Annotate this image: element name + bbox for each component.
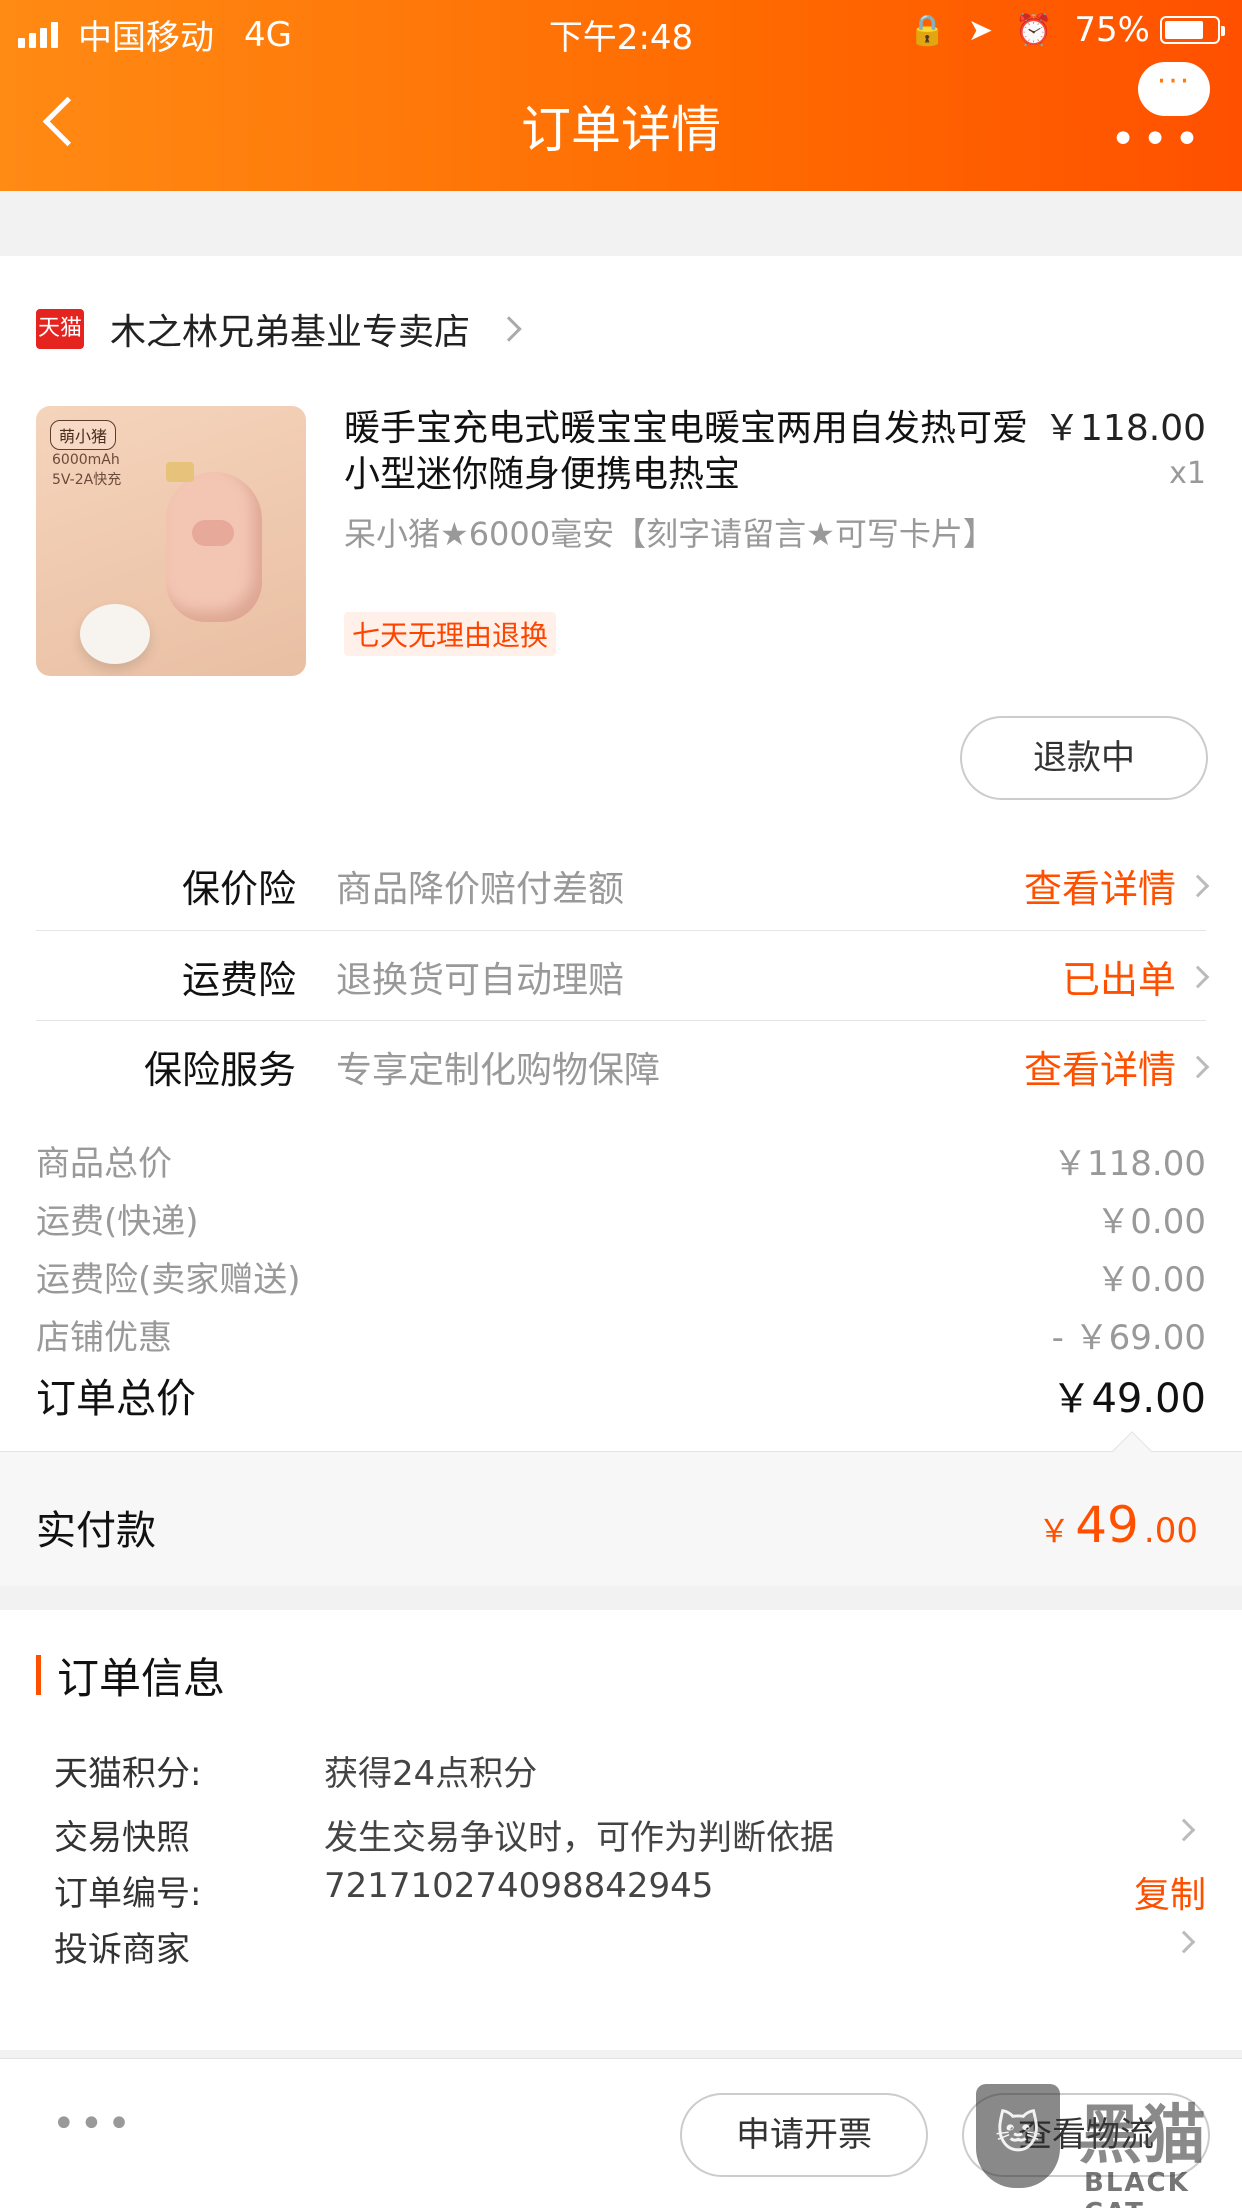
info-row-snapshot[interactable]: 交易快照 发生交易争议时，可作为判断依据: [54, 1810, 1206, 1870]
paid-integer: 49: [1075, 1496, 1139, 1554]
order-card: 天猫 木之林兄弟基业专卖店 萌小猪 6000mAh 5V-2A快充 暖手宝充电式…: [0, 256, 1242, 1451]
info-row-complain[interactable]: 投诉商家: [54, 1922, 1206, 1982]
chevron-right-icon: [496, 316, 522, 342]
summary-row: 运费险(卖家赠送) ￥0.00: [36, 1252, 1206, 1302]
insurance-label: 保价险: [181, 867, 296, 911]
summary-label: 运费(快递): [36, 1202, 199, 1242]
store-name: 木之林兄弟基业专卖店: [110, 312, 471, 353]
thumb-charge: 5V-2A快充: [52, 472, 122, 488]
message-bubble-icon: ···: [1138, 62, 1210, 116]
order-total-row: 订单总价 ￥49.00: [36, 1366, 1206, 1424]
insurance-label: 运费险: [181, 958, 296, 1002]
pompom-icon: [80, 604, 150, 664]
product-thumbnail[interactable]: 萌小猪 6000mAh 5V-2A快充: [36, 406, 306, 676]
nav-bar: 订单详情 ··· •••: [0, 62, 1242, 191]
orientation-lock-icon: 🔒: [908, 12, 946, 48]
paid-label: 实付款: [36, 1508, 156, 1554]
summary-value: ￥0.00: [1096, 1260, 1206, 1300]
info-key: 交易快照: [54, 1818, 190, 1858]
info-key: 天猫积分:: [54, 1754, 202, 1794]
store-link[interactable]: 天猫 木之林兄弟基业专卖店: [36, 294, 522, 364]
more-actions-button[interactable]: •••: [52, 2101, 135, 2147]
alarm-clock-icon: ⏰: [1015, 12, 1053, 48]
battery-icon: [1160, 16, 1225, 44]
info-row-points: 天猫积分: 获得24点积分: [54, 1746, 1206, 1806]
location-arrow-icon: ➤: [967, 12, 994, 48]
insurance-action-label: 查看详情: [1023, 867, 1176, 911]
summary-label: 运费险(卖家赠送): [36, 1260, 301, 1300]
product-quantity: x1: [1169, 456, 1206, 491]
header: 中国移动 4G 下午2:48 🔒 ➤ ⏰ 75% 订单详情 ··· •••: [0, 0, 1242, 191]
insurance-action[interactable]: 已出单: [1061, 949, 1210, 1004]
insurance-action[interactable]: 查看详情: [1023, 858, 1210, 913]
chevron-right-icon: [1186, 874, 1210, 897]
more-dots-icon: •••: [1110, 114, 1206, 165]
insurance-desc: 专享定制化购物保障: [336, 1050, 661, 1091]
info-key: 投诉商家: [54, 1930, 190, 1970]
paid-decimal: .00: [1143, 1511, 1198, 1551]
info-row-order-number: 订单编号: 721710274098842945 复制: [54, 1866, 1206, 1926]
summary-value: - ￥69.00: [1051, 1318, 1206, 1358]
product-sku: 呆小猪★6000毫安【刻字请留言★可写卡片】: [344, 515, 995, 553]
paid-currency: ￥: [1038, 1512, 1071, 1550]
page-title: 订单详情: [521, 101, 721, 159]
pig-figure-icon: [166, 462, 262, 622]
insurance-label: 保险服务: [143, 1048, 296, 1092]
summary-row: 店铺优惠 - ￥69.00: [36, 1310, 1206, 1360]
copy-button[interactable]: 复制: [1134, 1866, 1206, 1918]
chevron-right-icon: [1186, 1055, 1210, 1078]
insurance-desc: 商品降价赔付差额: [336, 869, 625, 910]
chevron-right-icon: [1172, 1818, 1196, 1842]
summary-row: 商品总价 ￥118.00: [36, 1136, 1206, 1186]
order-info-title: 订单信息: [57, 1653, 226, 1703]
section-accent-bar: [36, 1655, 41, 1695]
order-total-label: 订单总价: [36, 1376, 196, 1422]
summary-value: ￥0.00: [1096, 1202, 1206, 1242]
tmall-logo-icon: 天猫: [36, 309, 84, 349]
product-price: ￥118.00: [1044, 408, 1206, 449]
insurance-action-label: 已出单: [1061, 958, 1176, 1002]
summary-label: 店铺优惠: [36, 1318, 172, 1358]
thumb-capacity: 6000mAh: [52, 452, 120, 468]
insurance-action[interactable]: 查看详情: [1023, 1039, 1210, 1094]
request-invoice-button[interactable]: 申请开票: [680, 2093, 928, 2177]
summary-label: 商品总价: [36, 1144, 172, 1184]
refund-status-button[interactable]: 退款中: [960, 716, 1208, 800]
order-info-card: 订单信息 天猫积分: 获得24点积分 交易快照 发生交易争议时，可作为判断依据 …: [0, 1610, 1242, 2050]
paid-amount-bar: 实付款 ￥ 49 .00: [0, 1431, 1242, 1586]
thumb-spec: 6000mAh 5V-2A快充: [52, 450, 121, 490]
insurance-row-service[interactable]: 保险服务 专享定制化购物保障 查看详情: [36, 1020, 1210, 1110]
view-logistics-button[interactable]: 查看物流: [962, 2093, 1210, 2177]
more-menu-button[interactable]: ··· •••: [1100, 62, 1220, 182]
insurance-desc: 退换货可自动理赔: [336, 960, 625, 1001]
thumb-badge: 萌小猪: [50, 420, 117, 450]
summary-value: ￥118.00: [1053, 1144, 1206, 1184]
status-bar: 中国移动 4G 下午2:48 🔒 ➤ ⏰ 75%: [0, 0, 1242, 62]
order-info-header: 订单信息: [36, 1650, 225, 1703]
insurance-action-label: 查看详情: [1023, 1048, 1176, 1092]
summary-row: 运费(快递) ￥0.00: [36, 1194, 1206, 1244]
bottom-action-bar: ••• 申请开票 查看物流: [0, 2058, 1242, 2208]
product-title: 暖手宝充电式暖宝宝电暖宝两用自发热可爱小型迷你随身便携电热宝: [344, 408, 1029, 495]
chevron-right-icon: [1186, 965, 1210, 988]
info-value: 获得24点积分: [324, 1754, 538, 1794]
paid-amount: ￥ 49 .00: [1038, 1496, 1198, 1554]
product-item[interactable]: 萌小猪 6000mAh 5V-2A快充 暖手宝充电式暖宝宝电暖宝两用自发热可爱小…: [36, 406, 1206, 676]
battery-percent: 75%: [1074, 10, 1150, 50]
return-policy-tag: 七天无理由退换: [344, 612, 557, 656]
order-number: 721710274098842945: [324, 1866, 714, 1906]
info-value: 发生交易争议时，可作为判断依据: [324, 1818, 834, 1858]
info-key: 订单编号:: [54, 1874, 202, 1914]
order-total-value: ￥49.00: [1051, 1376, 1206, 1422]
insurance-row-shipping[interactable]: 运费险 退换货可自动理赔 已出单: [36, 930, 1210, 1020]
chevron-right-icon: [1172, 1930, 1196, 1954]
insurance-row-price-protect[interactable]: 保价险 商品降价赔付差额 查看详情: [36, 840, 1210, 930]
